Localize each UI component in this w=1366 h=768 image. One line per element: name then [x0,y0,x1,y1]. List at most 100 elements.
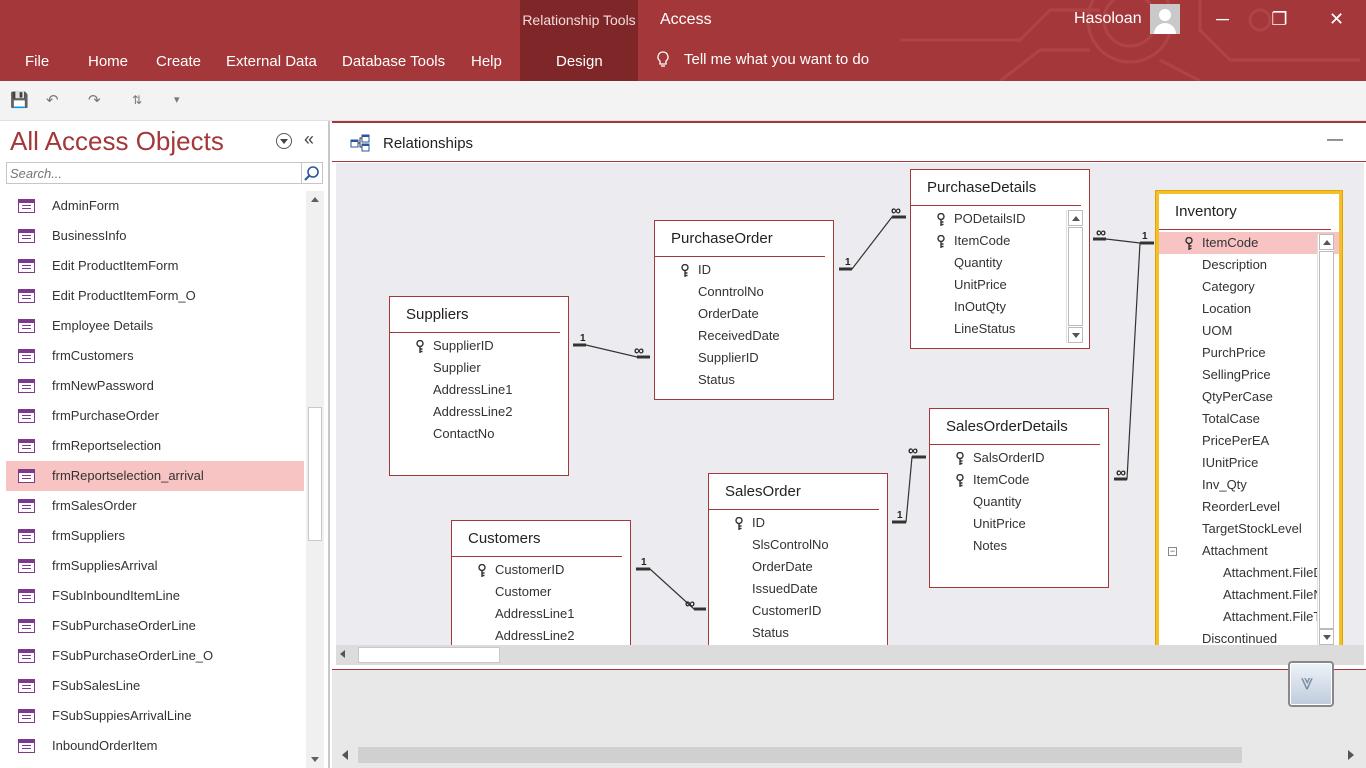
scroll-right-icon[interactable] [1348,750,1354,760]
table-field[interactable]: PurchPrice [1159,342,1339,364]
scroll-up-icon[interactable] [1068,210,1083,226]
table-field[interactable]: OrderDate [655,303,833,325]
scroll-to-bottom-button[interactable]: ⩔ [1288,661,1334,707]
table-field[interactable]: UnitPrice [911,274,1089,296]
table-field[interactable]: OrderDate [709,556,887,578]
table-field[interactable]: Quantity [911,252,1089,274]
table-field[interactable]: InOutQty [911,296,1089,318]
table-field[interactable]: Attachment.FileT [1159,606,1339,628]
tab-database-tools[interactable]: Database Tools [342,53,445,70]
list-item[interactable]: frmCustomers [6,341,304,371]
table-title[interactable]: Suppliers [390,297,560,333]
scroll-up-icon[interactable] [306,191,324,209]
list-item[interactable]: Edit ProductItemForm [6,251,304,281]
tab-create[interactable]: Create [156,53,201,70]
table-field[interactable]: Customer [452,581,630,603]
scroll-left-icon[interactable] [340,650,345,658]
table-salesorder[interactable]: SalesOrder ID SlsControlNo OrderDate Issued… [708,473,888,645]
collapse-nav-icon[interactable]: « [304,129,314,150]
nav-search-input[interactable] [6,162,302,184]
table-field[interactable]: Attachment.FileD [1159,562,1339,584]
table-salesorderdetails[interactable]: SalesOrderDetails SalsOrderID ItemCode Qua… [929,408,1109,588]
scroll-thumb[interactable] [1319,251,1334,629]
table-field[interactable]: Attachment.FileN [1159,584,1339,606]
list-item[interactable]: frmNewPassword [6,371,304,401]
table-field[interactable]: QtyPerCase [1159,386,1339,408]
undo-icon[interactable]: ↶ [46,91,59,109]
table-field[interactable]: − Attachment [1159,540,1339,562]
table-field[interactable]: SupplierID [655,347,833,369]
nav-title[interactable]: All Access Objects [10,126,224,157]
relationships-canvas[interactable]: 1 ∞ 1 ∞ ∞ 1 ∞ 1 ∞ 1 ∞ Suppliers Supplier… [336,163,1364,645]
table-purchaseorder[interactable]: PurchaseOrder ID ConntrolNo OrderDate Recei… [654,220,834,400]
table-field[interactable]: UnitPrice [930,513,1108,535]
table-title[interactable]: Customers [452,521,622,557]
close-button[interactable]: ✕ [1308,0,1365,38]
scroll-down-icon[interactable] [1319,629,1334,645]
tab-external-data[interactable]: External Data [226,53,317,70]
tab-design[interactable]: Design [556,53,603,70]
save-icon[interactable]: 💾 [10,91,29,109]
table-field[interactable]: ID [655,259,833,281]
sort-icon[interactable]: ⇅ [132,93,142,107]
table-field[interactable]: Description [1159,254,1339,276]
scroll-thumb[interactable] [308,407,322,541]
list-item[interactable]: InboundOrderItem [6,731,304,761]
table-field[interactable]: CustomerID [452,559,630,581]
scroll-thumb[interactable] [358,647,500,663]
table-title[interactable]: SalesOrderDetails [930,409,1100,445]
canvas-horizontal-scrollbar[interactable] [336,645,1364,665]
user-name[interactable]: Hasoloan [1074,10,1142,28]
table-field[interactable]: CustomerID [709,600,887,622]
list-item[interactable]: Employee Details [6,311,304,341]
window-horizontal-scrollbar[interactable] [340,746,1356,764]
customize-qat-icon[interactable]: ▾ [174,93,180,106]
list-item[interactable]: FSubPurchaseOrderLine [6,611,304,641]
table-field[interactable]: UOM [1159,320,1339,342]
nav-menu-dropdown-icon[interactable] [276,133,292,149]
redo-icon[interactable]: ↷ [88,91,101,109]
table-field[interactable]: TotalCase [1159,408,1339,430]
table-field[interactable]: AddressLine1 [452,603,630,625]
table-field[interactable]: AddressLine2 [452,625,630,645]
scroll-left-icon[interactable] [342,750,348,760]
table-field[interactable]: ReceivedDate [655,325,833,347]
table-field[interactable]: IssuedDate [709,578,887,600]
table-field[interactable]: Status [655,369,833,391]
table-field[interactable]: Inv_Qty [1159,474,1339,496]
table-customers[interactable]: Customers CustomerID Customer AddressLine1… [451,520,631,645]
scroll-thumb[interactable] [1068,227,1083,326]
table-field[interactable]: SellingPrice [1159,364,1339,386]
list-item[interactable]: frmPurchaseOrder [6,401,304,431]
list-item[interactable]: frmReportselection [6,431,304,461]
tab-file[interactable]: File [25,53,49,70]
avatar[interactable] [1150,4,1180,34]
table-field[interactable]: ID [709,512,887,534]
list-item[interactable]: frmSuppliers [6,521,304,551]
table-inventory[interactable]: Inventory ItemCode Description Category Loc… [1156,191,1342,645]
tell-me-search[interactable]: Tell me what you want to do [656,51,869,68]
table-field[interactable]: TargetStockLevel [1159,518,1339,540]
table-purchasedetails[interactable]: PurchaseDetails PODetailsID ItemCode Quant… [910,169,1090,349]
list-item[interactable]: FSubSalesLine [6,671,304,701]
list-item[interactable]: AdminForm [6,191,304,221]
list-item[interactable]: BusinessInfo [6,221,304,251]
table-field[interactable]: SalsOrderID [930,447,1108,469]
scroll-down-icon[interactable] [306,750,324,768]
table-field[interactable]: Quantity [930,491,1108,513]
table-field[interactable]: Status [709,622,887,644]
table-field[interactable]: ContactNo [390,423,568,445]
scroll-up-icon[interactable] [1319,234,1334,250]
nav-scrollbar[interactable] [306,191,324,768]
list-item[interactable]: frmReportselection_arrival [6,461,304,491]
table-title[interactable]: Inventory [1159,194,1331,230]
list-item[interactable]: frmSalesOrder [6,491,304,521]
search-icon[interactable] [301,162,323,184]
minimize-button[interactable]: ─ [1194,0,1251,38]
tab-help[interactable]: Help [471,53,502,70]
table-field[interactable]: AddressLine1 [390,379,568,401]
table-field[interactable]: ItemCode [930,469,1108,491]
table-scrollbar[interactable] [1317,234,1334,645]
table-title[interactable]: PurchaseOrder [655,221,825,257]
table-title[interactable]: PurchaseDetails [911,170,1081,206]
